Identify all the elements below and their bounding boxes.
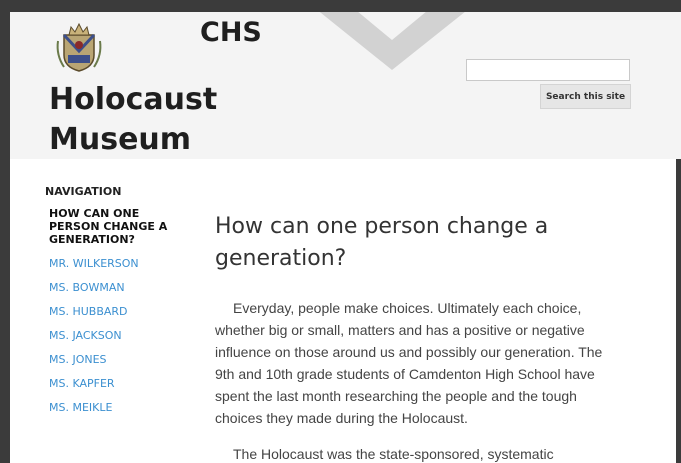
crest-logo-icon [56, 22, 102, 72]
nav-item-how-can-one-person[interactable]: HOW CAN ONE PERSON CHANGE A GENERATION? [49, 207, 184, 246]
nav-item-ms-jones[interactable]: MS. JONES [49, 353, 184, 366]
nav-item-ms-jackson[interactable]: MS. JACKSON [49, 329, 184, 342]
page-frame: CHS Holocaust Museum Search this site NA… [10, 12, 681, 463]
nav-item-ms-hubbard[interactable]: MS. HUBBARD [49, 305, 184, 318]
search-input[interactable] [466, 59, 630, 81]
paragraph: The Holocaust was the state-sponsored, s… [233, 446, 554, 462]
main-content: NAVIGATION HOW CAN ONE PERSON CHANGE A G… [10, 159, 676, 463]
search-button[interactable]: Search this site [540, 84, 631, 109]
nav-heading: NAVIGATION [45, 185, 122, 198]
nav-item-ms-meikle[interactable]: MS. MEIKLE [49, 401, 184, 414]
paragraph: Everyday, people make choices. Ultimatel… [215, 300, 603, 426]
nav-item-ms-bowman[interactable]: MS. BOWMAN [49, 281, 184, 294]
site-title-line1[interactable]: CHS [200, 17, 262, 48]
site-header: CHS Holocaust Museum Search this site [10, 12, 681, 159]
site-title-line2[interactable]: Holocaust Museum [49, 80, 249, 159]
sidebar-nav: HOW CAN ONE PERSON CHANGE A GENERATION? … [49, 207, 184, 425]
nav-item-ms-kapfer[interactable]: MS. KAPFER [49, 377, 184, 390]
nav-item-mr-wilkerson[interactable]: MR. WILKERSON [49, 257, 184, 270]
article-body: Everyday, people make choices. Ultimatel… [215, 297, 625, 463]
page-title: How can one person change a generation? [215, 213, 549, 271]
